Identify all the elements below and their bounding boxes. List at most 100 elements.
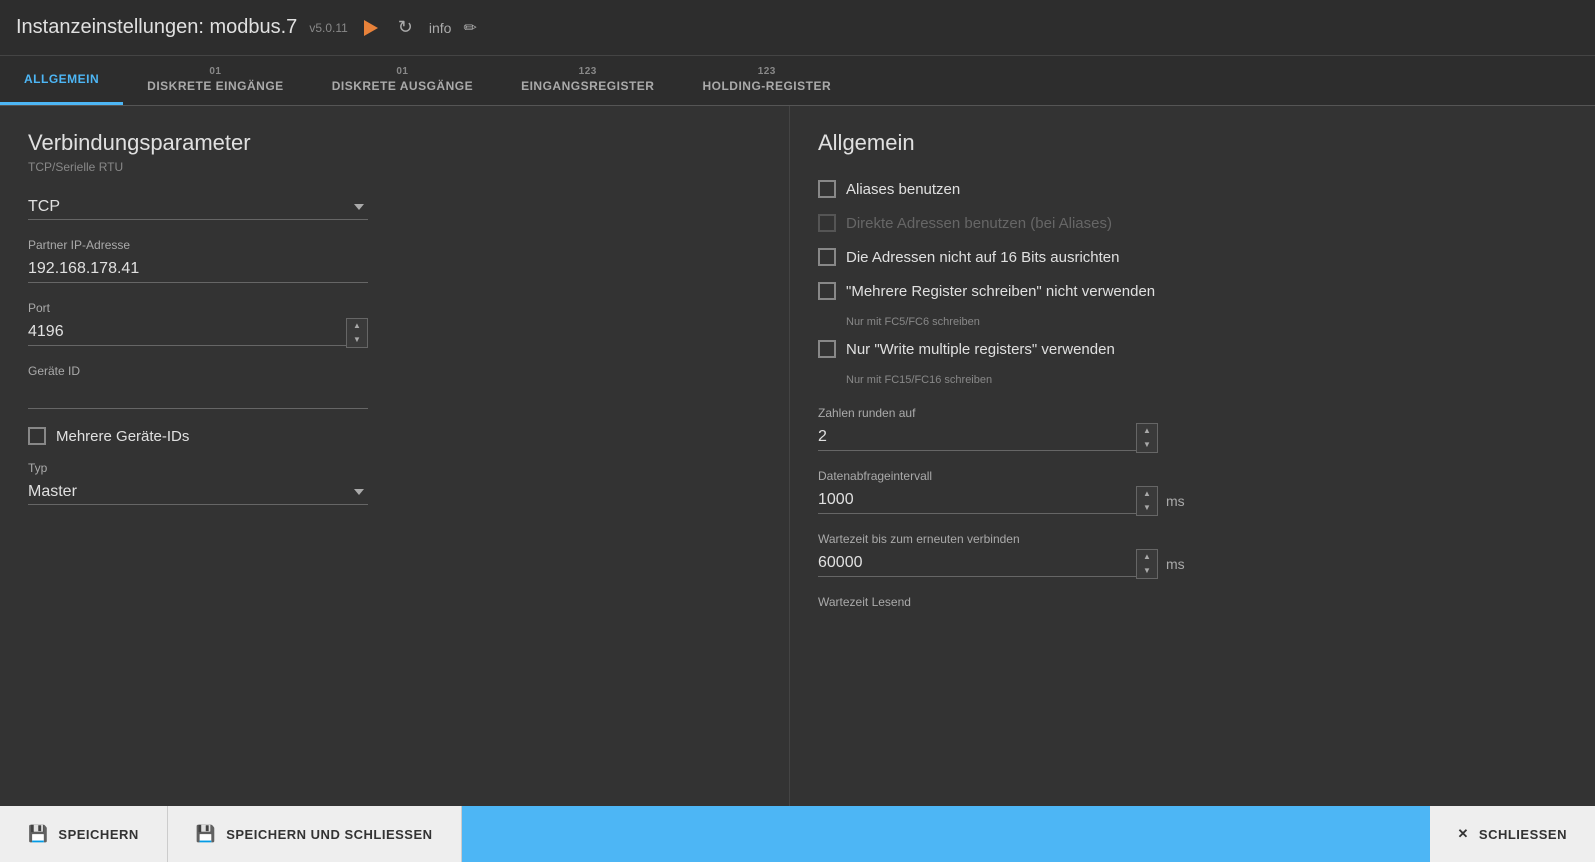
tab-diskrete-ausgaenge-label: DISKRETE AUSGÄNGE xyxy=(332,79,473,93)
adressen-16bit-checkbox[interactable] xyxy=(818,248,836,266)
zahlen-runden-label: Zahlen runden auf xyxy=(818,406,1567,420)
refresh-button[interactable]: ↻ xyxy=(394,13,417,42)
direkte-adressen-checkbox[interactable] xyxy=(818,214,836,232)
aliases-row: Aliases benutzen xyxy=(818,180,1567,198)
mehrere-register-checkbox[interactable] xyxy=(818,282,836,300)
port-decrement-button[interactable]: ▼ xyxy=(347,333,367,347)
port-spinners: ▲ ▼ xyxy=(346,318,368,348)
tab-holding-register[interactable]: 123 HOLDING-REGISTER xyxy=(678,56,855,105)
port-input[interactable] xyxy=(28,319,368,346)
tab-allgemein[interactable]: ALLGEMEIN xyxy=(0,56,123,105)
close-label: SCHLIESSEN xyxy=(1479,827,1567,842)
adressen-16bit-label: Die Adressen nicht auf 16 Bits ausrichte… xyxy=(846,249,1120,266)
tab-diskrete-ausgaenge[interactable]: 01 DISKRETE AUSGÄNGE xyxy=(308,56,497,105)
wartezeit-verbinden-input[interactable] xyxy=(818,550,1158,577)
save-button[interactable]: 💾 SPEICHERN xyxy=(0,806,168,862)
write-multiple-sub: Nur mit FC15/FC16 schreiben xyxy=(846,374,1567,386)
tab-eingangsregister-label: EINGANGSREGISTER xyxy=(521,79,654,93)
wartezeit-verbinden-unit: ms xyxy=(1166,556,1185,572)
zahlen-runden-wrapper: ▲ ▼ xyxy=(818,424,1158,451)
left-panel: Verbindungsparameter TCP/Serielle RTU TC… xyxy=(0,106,790,806)
type-select[interactable]: Master Slave xyxy=(28,479,368,505)
zahlen-runden-group: Zahlen runden auf ▲ ▼ xyxy=(818,406,1567,451)
zahlen-runden-spinners: ▲ ▼ xyxy=(1136,423,1158,453)
type-select-wrapper: Master Slave xyxy=(28,479,368,505)
mehrere-register-section: "Mehrere Register schreiben" nicht verwe… xyxy=(818,282,1567,328)
aliases-checkbox[interactable] xyxy=(818,180,836,198)
multiple-devices-checkbox[interactable] xyxy=(28,427,46,445)
wartezeit-verbinden-spinners: ▲ ▼ xyxy=(1136,549,1158,579)
tab-diskrete-ausgaenge-icon: 01 xyxy=(396,66,408,77)
write-multiple-label: Nur "Write multiple registers" verwenden xyxy=(846,341,1115,358)
mehrere-register-row: "Mehrere Register schreiben" nicht verwe… xyxy=(818,282,1567,300)
port-increment-button[interactable]: ▲ xyxy=(347,319,367,333)
device-id-input[interactable] xyxy=(28,382,368,409)
datenabfrage-decrement[interactable]: ▼ xyxy=(1137,501,1157,515)
play-icon xyxy=(364,20,378,36)
page-title: Instanzeinstellungen: modbus.7 xyxy=(16,16,297,39)
multiple-devices-label: Mehrere Geräte-IDs xyxy=(56,428,189,445)
aliases-section: Aliases benutzen xyxy=(818,180,1567,198)
adressen-16bit-row: Die Adressen nicht auf 16 Bits ausrichte… xyxy=(818,248,1567,266)
adressen-16bit-section: Die Adressen nicht auf 16 Bits ausrichte… xyxy=(818,248,1567,266)
version-badge: v5.0.11 xyxy=(309,21,347,35)
wartezeit-verbinden-increment[interactable]: ▲ xyxy=(1137,550,1157,564)
tab-allgemein-label: ALLGEMEIN xyxy=(24,72,99,86)
ip-address-label: Partner IP-Adresse xyxy=(28,238,761,252)
ip-address-input[interactable] xyxy=(28,256,368,283)
wartezeit-verbinden-group: Wartezeit bis zum erneuten verbinden ▲ ▼… xyxy=(818,532,1567,577)
right-panel-title: Allgemein xyxy=(818,130,1567,156)
datenabfrage-label: Datenabfrageintervall xyxy=(818,469,1567,483)
footer: 💾 SPEICHERN 💾 SPEICHERN UND SCHLIESSEN ✕… xyxy=(0,806,1595,862)
port-label: Port xyxy=(28,301,761,315)
connection-type-select[interactable]: TCP Serial RTU xyxy=(28,194,368,220)
write-multiple-checkbox[interactable] xyxy=(818,340,836,358)
wartezeit-verbinden-field-row: ▲ ▼ ms xyxy=(818,550,1567,577)
datenabfrage-spinners: ▲ ▼ xyxy=(1136,486,1158,516)
zahlen-runden-decrement[interactable]: ▼ xyxy=(1137,438,1157,452)
tab-holding-register-label: HOLDING-REGISTER xyxy=(702,79,831,93)
datenabfrage-increment[interactable]: ▲ xyxy=(1137,487,1157,501)
header: Instanzeinstellungen: modbus.7 v5.0.11 ↻… xyxy=(0,0,1595,56)
zahlen-runden-input[interactable] xyxy=(818,424,1158,451)
tab-diskrete-eingaenge-icon: 01 xyxy=(209,66,221,77)
wartezeit-verbinden-wrapper: ▲ ▼ xyxy=(818,550,1158,577)
port-input-wrapper: ▲ ▼ xyxy=(28,319,368,346)
port-group: Port ▲ ▼ xyxy=(28,301,761,346)
wartezeit-lesend-label: Wartezeit Lesend xyxy=(818,595,1567,609)
zahlen-runden-field-row: ▲ ▼ xyxy=(818,424,1567,451)
mehrere-register-label: "Mehrere Register schreiben" nicht verwe… xyxy=(846,283,1155,300)
close-icon: ✕ xyxy=(1458,826,1469,842)
zahlen-runden-increment[interactable]: ▲ xyxy=(1137,424,1157,438)
play-button[interactable] xyxy=(360,16,382,40)
save-close-label: SPEICHERN UND SCHLIESSEN xyxy=(226,827,432,842)
refresh-icon: ↻ xyxy=(398,17,413,38)
type-group: Typ Master Slave xyxy=(28,461,761,505)
tab-holding-register-icon: 123 xyxy=(758,66,776,77)
right-panel: Allgemein Aliases benutzen Direkte Adres… xyxy=(790,106,1595,806)
save-close-button[interactable]: 💾 SPEICHERN UND SCHLIESSEN xyxy=(168,806,462,862)
write-multiple-row: Nur "Write multiple registers" verwenden xyxy=(818,340,1567,358)
datenabfrage-input[interactable] xyxy=(818,487,1158,514)
wartezeit-verbinden-decrement[interactable]: ▼ xyxy=(1137,564,1157,578)
wartezeit-verbinden-label: Wartezeit bis zum erneuten verbinden xyxy=(818,532,1567,546)
direkte-adressen-row: Direkte Adressen benutzen (bei Aliases) xyxy=(818,214,1567,232)
device-id-group: Geräte ID xyxy=(28,364,761,409)
info-link[interactable]: info xyxy=(429,20,452,36)
save-label: SPEICHERN xyxy=(58,827,138,842)
left-panel-title: Verbindungsparameter xyxy=(28,130,761,156)
left-panel-subtitle: TCP/Serielle RTU xyxy=(28,160,761,174)
tab-diskrete-eingaenge[interactable]: 01 DISKRETE EINGÄNGE xyxy=(123,56,308,105)
ip-address-group: Partner IP-Adresse xyxy=(28,238,761,283)
wartezeit-lesend-group: Wartezeit Lesend xyxy=(818,595,1567,609)
device-id-label: Geräte ID xyxy=(28,364,761,378)
datenabfrage-field-row: ▲ ▼ ms xyxy=(818,487,1567,514)
edit-icon[interactable]: ✏ xyxy=(463,18,476,38)
multiple-devices-row: Mehrere Geräte-IDs xyxy=(28,427,761,445)
datenabfrage-unit: ms xyxy=(1166,493,1185,509)
tab-eingangsregister[interactable]: 123 EINGANGSREGISTER xyxy=(497,56,678,105)
direkte-adressen-label: Direkte Adressen benutzen (bei Aliases) xyxy=(846,215,1112,232)
close-button[interactable]: ✕ SCHLIESSEN xyxy=(1430,806,1595,862)
mehrere-register-sub: Nur mit FC5/FC6 schreiben xyxy=(846,316,1567,328)
write-multiple-section: Nur "Write multiple registers" verwenden… xyxy=(818,340,1567,386)
